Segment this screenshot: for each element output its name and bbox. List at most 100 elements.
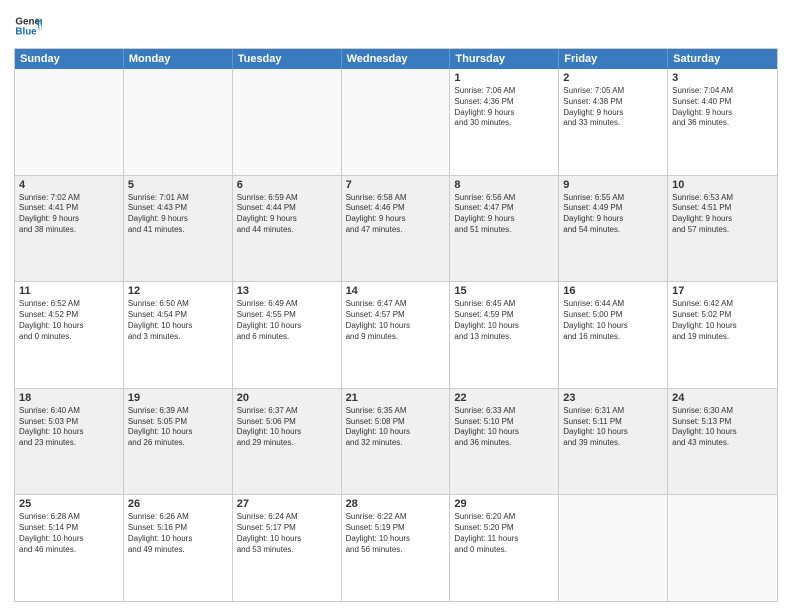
day-number: 27: [237, 498, 337, 510]
day-number: 5: [128, 179, 228, 191]
calendar-cell-r1-c0: 4 Sunrise: 7:02 AM Sunset: 4:41 PM Daylig…: [15, 176, 124, 282]
cell-info: Sunrise: 7:04 AM Sunset: 4:40 PM Dayligh…: [672, 86, 773, 129]
calendar-cell-r2-c0: 11 Sunrise: 6:52 AM Sunset: 4:52 PM Dayli…: [15, 282, 124, 388]
day-number: 21: [346, 392, 446, 404]
day-number: 26: [128, 498, 228, 510]
calendar-cell-r4-c2: 27 Sunrise: 6:24 AM Sunset: 5:17 PM Dayli…: [233, 495, 342, 601]
calendar-cell-r2-c5: 16 Sunrise: 6:44 AM Sunset: 5:00 PM Dayli…: [559, 282, 668, 388]
cell-info: Sunrise: 6:45 AM Sunset: 4:59 PM Dayligh…: [454, 299, 554, 342]
calendar-cell-r2-c3: 14Sunrise: 6:47 AM Sunset: 4:57 PM Dayli…: [342, 282, 451, 388]
day-number: 9: [563, 179, 663, 191]
cell-info: Sunrise: 7:06 AM Sunset: 4:36 PM Dayligh…: [454, 86, 554, 129]
cell-info: Sunrise: 6:53 AM Sunset: 4:51 PM Dayligh…: [672, 193, 773, 236]
calendar-cell-r2-c2: 13 Sunrise: 6:49 AM Sunset: 4:55 PM Dayli…: [233, 282, 342, 388]
calendar-cell-r3-c6: 24Sunrise: 6:30 AM Sunset: 5:13 PM Dayli…: [668, 389, 777, 495]
cell-info: Sunrise: 6:56 AM Sunset: 4:47 PM Dayligh…: [454, 193, 554, 236]
calendar-cell-r0-c4: 1 Sunrise: 7:06 AM Sunset: 4:36 PM Daylig…: [450, 69, 559, 175]
col-header-friday: Friday: [559, 49, 668, 69]
day-number: 29: [454, 498, 554, 510]
cell-info: Sunrise: 7:01 AM Sunset: 4:43 PM Dayligh…: [128, 193, 228, 236]
calendar-row-2: 11 Sunrise: 6:52 AM Sunset: 4:52 PM Dayli…: [15, 282, 777, 389]
calendar-cell-r4-c4: 29 Sunrise: 6:20 AM Sunset: 5:20 PM Dayli…: [450, 495, 559, 601]
logo: General Blue: [14, 12, 44, 40]
day-number: 3: [672, 72, 773, 84]
col-header-thursday: Thursday: [450, 49, 559, 69]
calendar-cell-r3-c5: 23 Sunrise: 6:31 AM Sunset: 5:11 PM Dayli…: [559, 389, 668, 495]
cell-info: Sunrise: 6:40 AM Sunset: 5:03 PM Dayligh…: [19, 406, 119, 449]
calendar-cell-r0-c2: [233, 69, 342, 175]
day-number: 19: [128, 392, 228, 404]
cell-info: Sunrise: 6:49 AM Sunset: 4:55 PM Dayligh…: [237, 299, 337, 342]
calendar-cell-r3-c1: 19 Sunrise: 6:39 AM Sunset: 5:05 PM Dayli…: [124, 389, 233, 495]
logo-icon: General Blue: [14, 12, 42, 40]
calendar-cell-r0-c3: [342, 69, 451, 175]
cell-info: Sunrise: 6:55 AM Sunset: 4:49 PM Dayligh…: [563, 193, 663, 236]
calendar-cell-r2-c6: 17 Sunrise: 6:42 AM Sunset: 5:02 PM Dayli…: [668, 282, 777, 388]
calendar-cell-r3-c3: 21Sunrise: 6:35 AM Sunset: 5:08 PM Dayli…: [342, 389, 451, 495]
day-number: 23: [563, 392, 663, 404]
day-number: 11: [19, 285, 119, 297]
calendar-cell-r2-c4: 15 Sunrise: 6:45 AM Sunset: 4:59 PM Dayli…: [450, 282, 559, 388]
day-number: 28: [346, 498, 446, 510]
cell-info: Sunrise: 6:42 AM Sunset: 5:02 PM Dayligh…: [672, 299, 773, 342]
cell-info: Sunrise: 6:22 AM Sunset: 5:19 PM Dayligh…: [346, 512, 446, 555]
cell-info: Sunrise: 6:58 AM Sunset: 4:46 PM Dayligh…: [346, 193, 446, 236]
col-header-monday: Monday: [124, 49, 233, 69]
calendar-cell-r3-c2: 20 Sunrise: 6:37 AM Sunset: 5:06 PM Dayli…: [233, 389, 342, 495]
day-number: 12: [128, 285, 228, 297]
day-number: 4: [19, 179, 119, 191]
calendar-cell-r1-c4: 8 Sunrise: 6:56 AM Sunset: 4:47 PM Daylig…: [450, 176, 559, 282]
calendar-row-1: 4 Sunrise: 7:02 AM Sunset: 4:41 PM Daylig…: [15, 176, 777, 283]
day-number: 8: [454, 179, 554, 191]
calendar-row-3: 18 Sunrise: 6:40 AM Sunset: 5:03 PM Dayli…: [15, 389, 777, 496]
day-number: 7: [346, 179, 446, 191]
calendar-cell-r3-c0: 18 Sunrise: 6:40 AM Sunset: 5:03 PM Dayli…: [15, 389, 124, 495]
calendar-cell-r0-c6: 3 Sunrise: 7:04 AM Sunset: 4:40 PM Daylig…: [668, 69, 777, 175]
calendar-cell-r0-c1: [124, 69, 233, 175]
cell-info: Sunrise: 6:44 AM Sunset: 5:00 PM Dayligh…: [563, 299, 663, 342]
calendar-cell-r1-c6: 10 Sunrise: 6:53 AM Sunset: 4:51 PM Dayli…: [668, 176, 777, 282]
cell-info: Sunrise: 6:33 AM Sunset: 5:10 PM Dayligh…: [454, 406, 554, 449]
day-number: 10: [672, 179, 773, 191]
day-number: 6: [237, 179, 337, 191]
cell-info: Sunrise: 6:31 AM Sunset: 5:11 PM Dayligh…: [563, 406, 663, 449]
calendar-cell-r1-c3: 7 Sunrise: 6:58 AM Sunset: 4:46 PM Daylig…: [342, 176, 451, 282]
cell-info: Sunrise: 6:47 AM Sunset: 4:57 PM Dayligh…: [346, 299, 446, 342]
calendar-cell-r4-c1: 26 Sunrise: 6:26 AM Sunset: 5:16 PM Dayli…: [124, 495, 233, 601]
calendar-cell-r1-c5: 9 Sunrise: 6:55 AM Sunset: 4:49 PM Daylig…: [559, 176, 668, 282]
col-header-wednesday: Wednesday: [342, 49, 451, 69]
calendar-cell-r3-c4: 22 Sunrise: 6:33 AM Sunset: 5:10 PM Dayli…: [450, 389, 559, 495]
cell-info: Sunrise: 6:24 AM Sunset: 5:17 PM Dayligh…: [237, 512, 337, 555]
col-header-sunday: Sunday: [15, 49, 124, 69]
calendar-cell-r4-c6: [668, 495, 777, 601]
col-header-saturday: Saturday: [668, 49, 777, 69]
cell-info: Sunrise: 6:37 AM Sunset: 5:06 PM Dayligh…: [237, 406, 337, 449]
col-header-tuesday: Tuesday: [233, 49, 342, 69]
day-number: 1: [454, 72, 554, 84]
day-number: 17: [672, 285, 773, 297]
header: General Blue: [14, 12, 778, 40]
calendar-header: SundayMondayTuesdayWednesdayThursdayFrid…: [15, 49, 777, 69]
cell-info: Sunrise: 6:26 AM Sunset: 5:16 PM Dayligh…: [128, 512, 228, 555]
cell-info: Sunrise: 7:05 AM Sunset: 4:38 PM Dayligh…: [563, 86, 663, 129]
day-number: 18: [19, 392, 119, 404]
calendar-row-0: 1 Sunrise: 7:06 AM Sunset: 4:36 PM Daylig…: [15, 69, 777, 176]
cell-info: Sunrise: 6:39 AM Sunset: 5:05 PM Dayligh…: [128, 406, 228, 449]
day-number: 20: [237, 392, 337, 404]
calendar-cell-r4-c0: 25 Sunrise: 6:28 AM Sunset: 5:14 PM Dayli…: [15, 495, 124, 601]
day-number: 22: [454, 392, 554, 404]
day-number: 16: [563, 285, 663, 297]
cell-info: Sunrise: 6:28 AM Sunset: 5:14 PM Dayligh…: [19, 512, 119, 555]
svg-text:Blue: Blue: [15, 26, 37, 37]
cell-info: Sunrise: 6:52 AM Sunset: 4:52 PM Dayligh…: [19, 299, 119, 342]
day-number: 15: [454, 285, 554, 297]
day-number: 13: [237, 285, 337, 297]
calendar-cell-r2-c1: 12Sunrise: 6:50 AM Sunset: 4:54 PM Dayli…: [124, 282, 233, 388]
day-number: 24: [672, 392, 773, 404]
calendar: SundayMondayTuesdayWednesdayThursdayFrid…: [14, 48, 778, 602]
cell-info: Sunrise: 6:20 AM Sunset: 5:20 PM Dayligh…: [454, 512, 554, 555]
calendar-body: 1 Sunrise: 7:06 AM Sunset: 4:36 PM Daylig…: [15, 69, 777, 601]
cell-info: Sunrise: 7:02 AM Sunset: 4:41 PM Dayligh…: [19, 193, 119, 236]
day-number: 25: [19, 498, 119, 510]
calendar-cell-r0-c5: 2Sunrise: 7:05 AM Sunset: 4:38 PM Daylig…: [559, 69, 668, 175]
